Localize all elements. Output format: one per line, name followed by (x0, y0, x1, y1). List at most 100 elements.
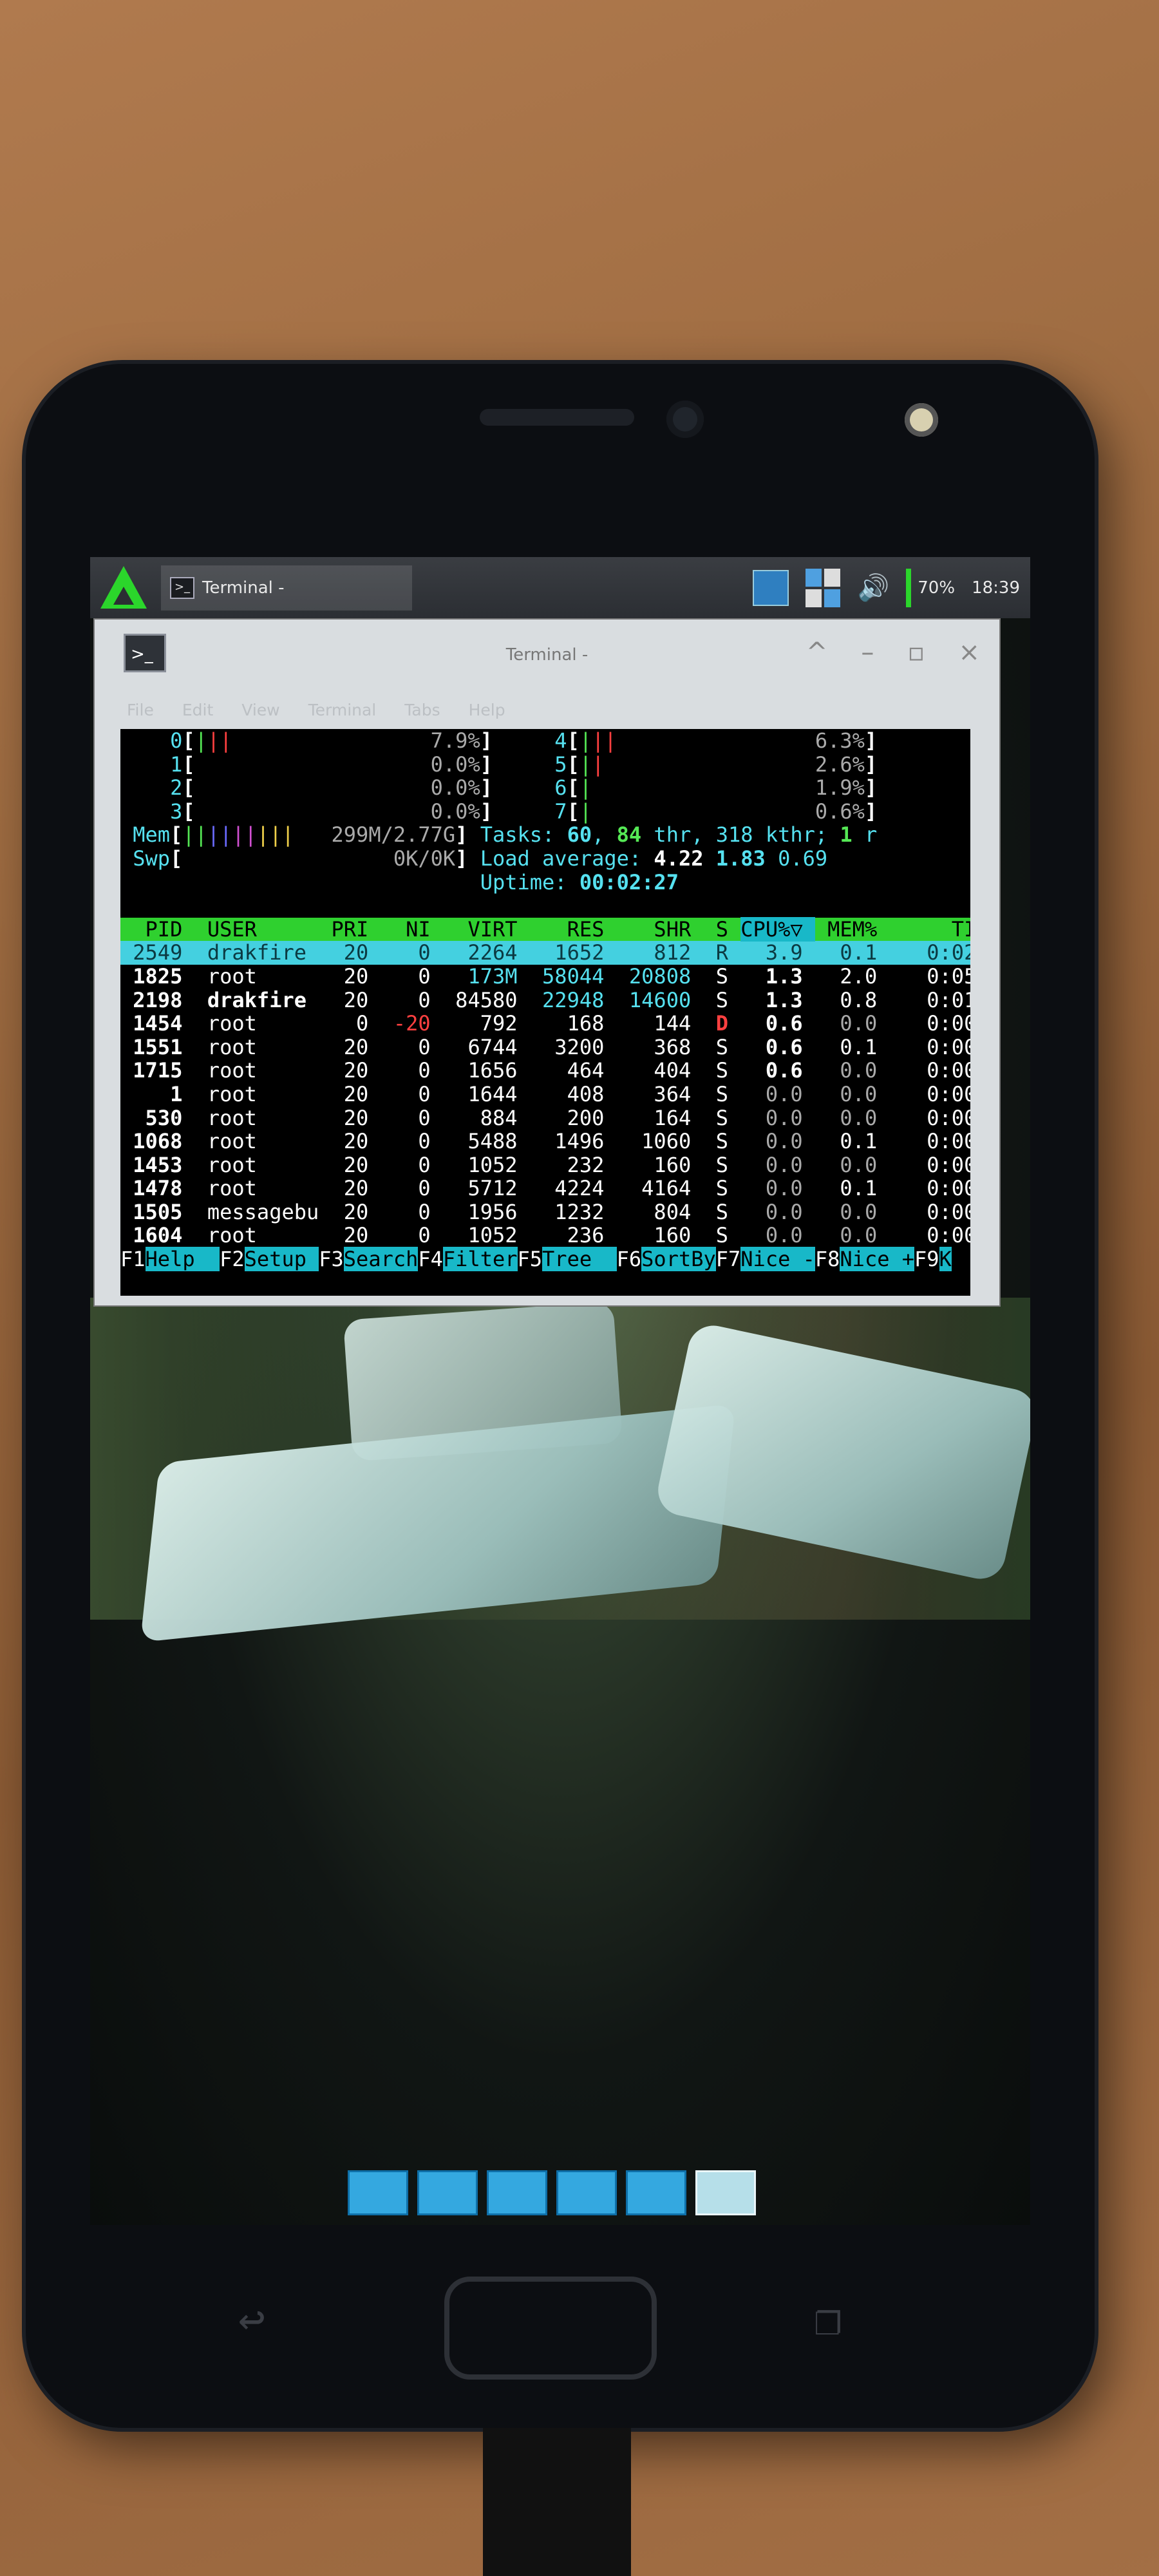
volume-icon[interactable]: 🔊 (857, 573, 889, 603)
recents-icon[interactable]: ❐ (815, 2293, 842, 2345)
cell-mem: 0.1 (815, 1176, 890, 1201)
cpu-bar: | (604, 729, 617, 753)
column-header[interactable]: CPU%▽ (740, 916, 815, 942)
table-row[interactable]: 1715 root 20 0 1656 464 404 S 0.6 0.0 0:… (120, 1059, 970, 1083)
workspace-4[interactable] (556, 2170, 617, 2215)
bracket: ] (455, 822, 468, 848)
cell-mem: 0.0 (815, 1081, 890, 1106)
cell-mem: 2.0 (815, 963, 890, 989)
terminal-launcher-icon[interactable] (753, 569, 789, 606)
cell-s: S (703, 1081, 741, 1106)
column-header[interactable]: PID (120, 917, 195, 942)
table-row[interactable]: 1453 root 20 0 1052 232 160 S 0.0 0.0 0:… (120, 1153, 970, 1177)
menu-file[interactable]: File (127, 701, 154, 719)
taskbar-button-terminal[interactable]: >_ Terminal - (161, 565, 412, 611)
cell-res: 168 (529, 1011, 617, 1036)
table-row[interactable]: 1505 messagebu 20 0 1956 1232 804 S 0.0 … (120, 1200, 970, 1224)
workspace-5[interactable] (626, 2170, 686, 2215)
cell-pid: 1453 (120, 1152, 195, 1177)
cpu-meter-row: 2[ 0.0%] 6[| 1.9%] (120, 776, 970, 800)
window-titlebar[interactable]: >_ Terminal - ^ – ▫ × (95, 620, 999, 690)
table-row[interactable]: 1454 root 0 -20 792 168 144 D 0.6 0.0 0:… (120, 1012, 970, 1036)
fkey-label-search[interactable]: Search (343, 1247, 419, 1272)
bracket: [ (182, 752, 195, 777)
cell-s: S (703, 1199, 741, 1224)
table-row[interactable]: 2198 drakfire 20 0 84580 22948 14600 S 1… (120, 987, 970, 1012)
fkey-label-tree[interactable]: Tree (542, 1247, 617, 1272)
fkey-label-setup[interactable]: Setup (244, 1247, 319, 1272)
column-header[interactable]: VIRT (443, 917, 530, 942)
fkey-number: F4 (418, 1247, 443, 1272)
workspace-1[interactable] (348, 2170, 408, 2215)
mem-value: 299M/2.77G (331, 822, 456, 848)
menu-view[interactable]: View (241, 701, 279, 719)
fkey-label-nice[interactable]: Nice - (740, 1247, 815, 1272)
cell-pid: 2198 (120, 987, 195, 1012)
table-row[interactable]: 1825 root 20 0 173M 58044 20808 S 1.3 2.… (120, 965, 970, 989)
table-row[interactable]: 530 root 20 0 884 200 164 S 0.0 0.0 0:00… (120, 1106, 970, 1130)
table-row[interactable]: 1551 root 20 0 6744 3200 368 S 0.6 0.1 0… (120, 1035, 970, 1059)
menu-tabs[interactable]: Tabs (404, 701, 440, 719)
column-header[interactable]: MEM% (815, 917, 890, 942)
bracket: ] (480, 752, 493, 777)
back-icon[interactable]: ↩ (238, 2293, 265, 2345)
table-row[interactable]: 1068 root 20 0 5488 1496 1060 S 0.0 0.1 … (120, 1130, 970, 1153)
column-header[interactable]: PRI (319, 917, 381, 942)
column-header[interactable]: NI (381, 917, 443, 942)
fkey-label-k[interactable]: K (939, 1247, 952, 1272)
table-row[interactable]: 1 root 20 0 1644 408 364 S 0.0 0.0 0:00.… (120, 1083, 970, 1106)
fkey-label-filter[interactable]: Filter (442, 1247, 518, 1272)
menu-edit[interactable]: Edit (182, 701, 213, 719)
mem-label: Mem (120, 822, 171, 848)
workspace-6[interactable] (695, 2170, 756, 2215)
column-header[interactable]: USER (195, 917, 319, 942)
menu-help[interactable]: Help (469, 701, 505, 719)
app-menu-icon[interactable] (97, 562, 148, 614)
battery-percent: 70% (918, 578, 956, 598)
battery-indicator[interactable]: 70% (906, 568, 956, 607)
table-row[interactable]: 1478 root 20 0 5712 4224 4164 S 0.0 0.1 … (120, 1177, 970, 1200)
table-row[interactable]: 2549 drakfire 20 0 2264 1652 812 R 3.9 0… (120, 941, 970, 965)
cell-user: root (194, 1152, 319, 1177)
column-header[interactable]: TIME+ (889, 917, 970, 942)
minimize-icon[interactable]: – (861, 638, 874, 667)
cpu-bar: | (592, 752, 605, 777)
cell-ni: 0 (381, 1176, 443, 1201)
maximize-icon[interactable]: ▫ (907, 638, 925, 667)
htop-terminal[interactable]: 0[||| 7.9%] 4[||| 6.3%] 1[ 0.0%] 5[|| 2.… (120, 729, 970, 1296)
chevron-up-icon[interactable]: ^ (806, 638, 828, 667)
table-row[interactable]: 1604 root 20 0 1052 236 160 S 0.0 0.0 0:… (120, 1224, 970, 1247)
network-icon[interactable] (806, 568, 841, 607)
cell-pid: 1478 (120, 1176, 195, 1201)
cell-virt: 1644 (442, 1081, 530, 1106)
cell-s: D (703, 1011, 741, 1036)
mem-bar: | (256, 822, 270, 848)
cell-res: 408 (529, 1081, 617, 1106)
fkey-label-sortby[interactable]: SortBy (641, 1247, 716, 1272)
clock[interactable]: 18:39 (972, 578, 1020, 598)
column-header[interactable]: SHR (617, 917, 704, 942)
cpu-meter-row: 1[ 0.0%] 5[|| 2.6%] (120, 752, 970, 777)
cell-user: root (194, 1176, 319, 1201)
fkey-label-nice[interactable]: Nice + (840, 1247, 914, 1272)
cell-time+: 0:05.42 (927, 963, 970, 989)
fkey-label-help[interactable]: Help (145, 1247, 220, 1272)
process-table[interactable]: PID USER PRI NI VIRT RES SHR S CPU%▽ MEM… (120, 916, 970, 1247)
workspace-3[interactable] (487, 2170, 547, 2215)
threads-count: 84 (616, 822, 642, 848)
cell-res: 1232 (529, 1199, 617, 1224)
close-icon[interactable]: × (958, 638, 980, 667)
menu-terminal[interactable]: Terminal (308, 701, 377, 719)
workspace-2[interactable] (417, 2170, 478, 2215)
home-button[interactable] (444, 2277, 657, 2380)
column-header[interactable]: RES (530, 917, 617, 942)
system-tray: 🔊 70% 18:39 (753, 557, 1030, 618)
cpu-percent: 6.3% (815, 729, 865, 753)
column-header[interactable]: S (703, 917, 740, 942)
cell-cpu: 0.0 (740, 1223, 815, 1248)
